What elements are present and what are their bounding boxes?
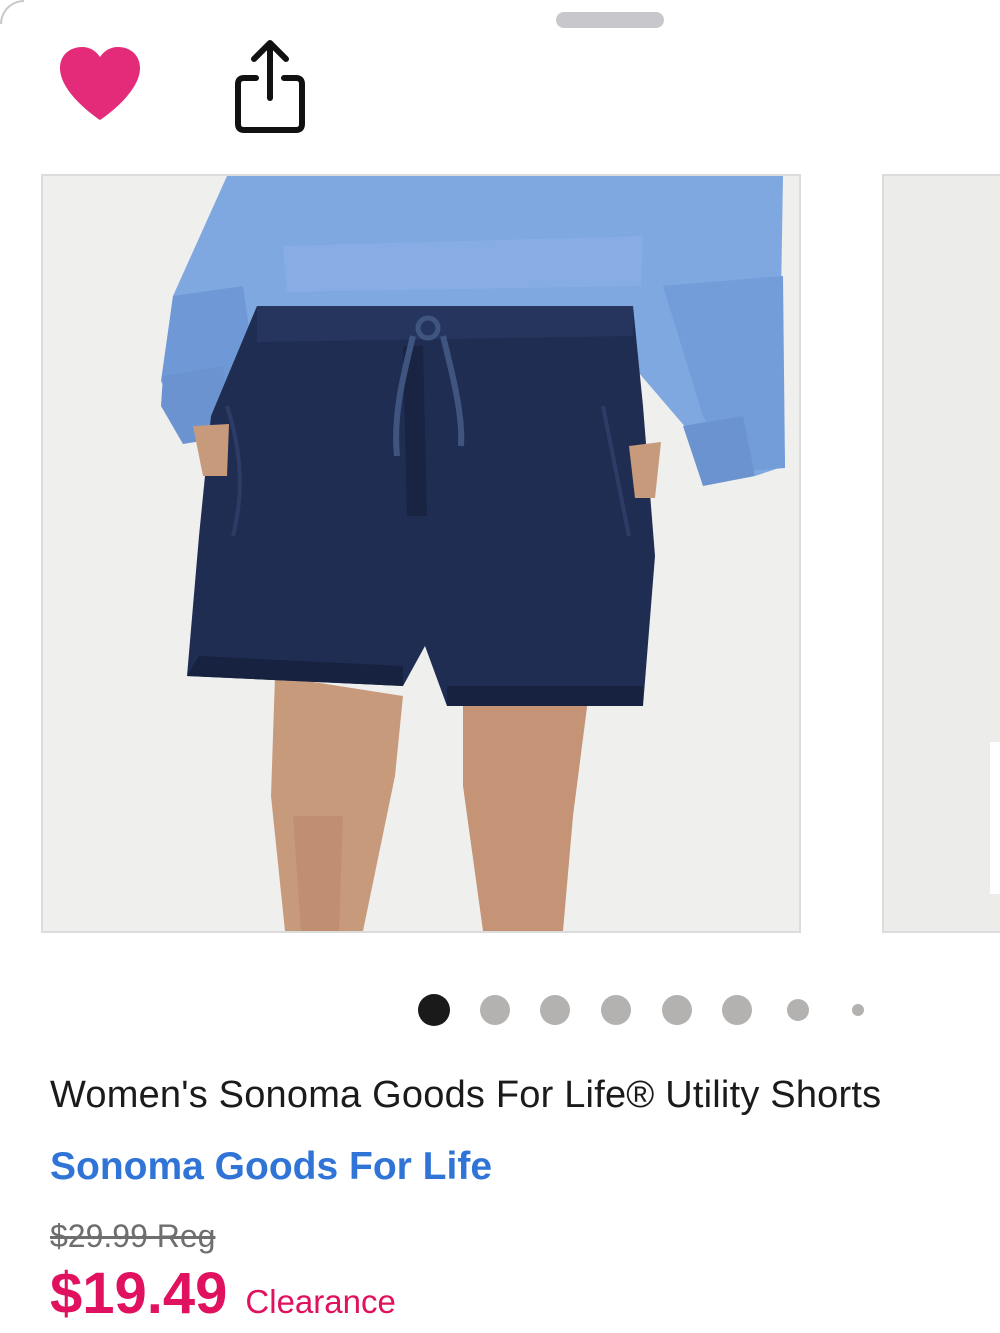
heart-icon <box>60 47 140 120</box>
sale-price-row: $19.49 Clearance <box>50 1260 396 1327</box>
image-pagination <box>0 994 1000 1030</box>
pagination-dot-5[interactable] <box>662 995 692 1025</box>
clearance-label: Clearance <box>245 1283 396 1320</box>
pagination-dot-7[interactable] <box>787 999 809 1021</box>
product-photo <box>43 176 799 931</box>
favorite-button[interactable] <box>54 40 146 128</box>
share-icon <box>235 40 305 133</box>
pagination-dot-8[interactable] <box>852 1004 864 1016</box>
sheet-corner <box>0 0 24 24</box>
sale-price: $19.49 <box>50 1261 228 1326</box>
product-detail-sheet: Women's Sonoma Goods For Life® Utility S… <box>0 0 1000 1333</box>
pagination-dot-6[interactable] <box>722 995 752 1025</box>
product-title: Women's Sonoma Goods For Life® Utility S… <box>50 1074 882 1116</box>
sheet-grabber[interactable] <box>556 12 664 28</box>
pagination-dot-3[interactable] <box>540 995 570 1025</box>
brand-link[interactable]: Sonoma Goods For Life <box>50 1145 492 1189</box>
next-image-detail <box>990 742 1000 894</box>
pagination-dot-2[interactable] <box>480 995 510 1025</box>
next-product-image[interactable] <box>882 174 1000 933</box>
product-image[interactable] <box>41 174 801 933</box>
pagination-dot-1[interactable] <box>418 994 450 1026</box>
regular-price: $29.99 Reg <box>50 1218 216 1254</box>
share-button[interactable] <box>226 36 314 136</box>
pagination-dot-4[interactable] <box>601 995 631 1025</box>
